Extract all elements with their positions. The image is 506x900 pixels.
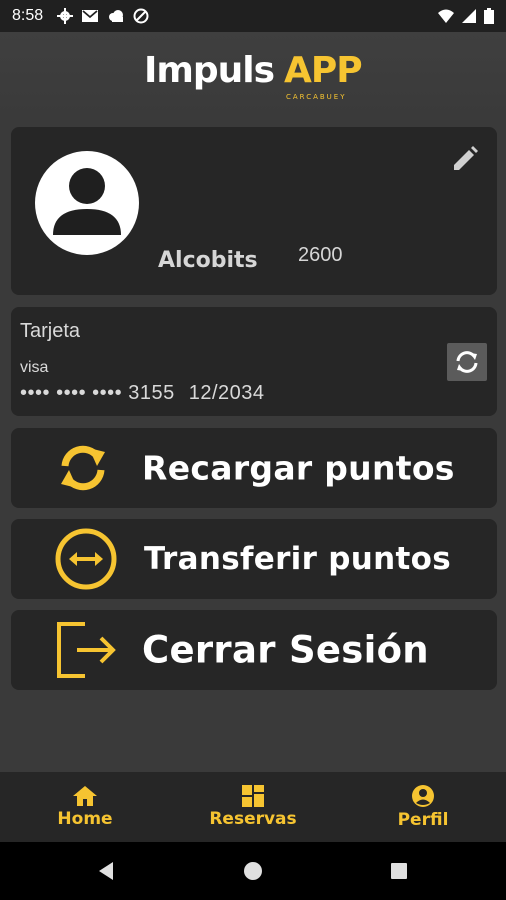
back-button[interactable] [92,857,120,885]
nav-home-label: Home [57,809,113,829]
recharge-icon [61,445,105,491]
nav-reservas[interactable]: Reservas [198,772,308,842]
battery-icon [484,8,494,24]
logo-subtitle: CARCABUEY [286,93,347,101]
app-header: Impuls APP CARCABUEY [0,32,506,118]
refresh-icon [456,351,478,373]
refresh-card-button[interactable] [447,343,487,381]
user-name: Alcobits [158,248,258,273]
back-triangle-icon [99,862,113,880]
avatar [35,151,139,255]
status-icons-right [438,8,494,24]
recharge-points-button[interactable]: Recargar puntos [11,428,497,508]
home-icon [73,786,97,806]
account-circle-icon [412,785,434,807]
logout-icon [57,622,116,678]
edit-profile-button[interactable] [447,141,483,177]
status-time: 8:58 [12,7,44,24]
wifi-icon [438,9,454,23]
card-brand: visa [20,359,49,376]
card-title: Tarjeta [20,320,81,342]
status-bar: 8:58 [0,0,506,32]
transfer-points-label: Transferir puntos [144,541,451,577]
transfer-icon [55,528,117,590]
logout-label: Cerrar Sesión [142,628,429,672]
grid-icon [242,785,264,807]
nav-home[interactable]: Home [40,772,130,842]
logo-main-text: Impuls [144,50,275,91]
nav-reservas-label: Reservas [209,809,297,829]
home-circle-icon [244,862,262,880]
user-avatar-icon [53,168,121,235]
card-expiry: 12/2034 [188,382,265,404]
user-points: 2600 [298,244,343,266]
logo-accent-text: APP [284,50,363,91]
status-icons-left [57,8,149,24]
pencil-icon [454,146,478,170]
system-nav-bar [0,842,506,900]
nav-perfil-label: Perfil [397,810,449,830]
recents-button[interactable] [385,857,413,885]
card-number: •••• •••• •••• 3155 [20,382,175,404]
mail-icon [82,10,99,22]
home-system-button[interactable] [239,857,267,885]
recharge-points-label: Recargar puntos [142,448,455,488]
card-number-row: •••• •••• •••• 3155 12/2034 [20,382,265,405]
cloud-icon [109,10,124,22]
dnd-icon [133,8,149,24]
app-logo: Impuls APP CARCABUEY [144,50,374,106]
recents-square-icon [391,863,407,879]
transfer-points-button[interactable]: Transferir puntos [11,519,497,599]
logout-button[interactable]: Cerrar Sesión [11,610,497,690]
payment-card: Tarjeta visa •••• •••• •••• 3155 12/2034 [11,307,497,416]
bottom-nav: Home Reservas Perfil [0,772,506,842]
nav-perfil[interactable]: Perfil [378,772,468,842]
signal-icon [462,9,476,23]
profile-card: Alcobits 2600 [11,127,497,295]
gear-icon [57,8,74,24]
